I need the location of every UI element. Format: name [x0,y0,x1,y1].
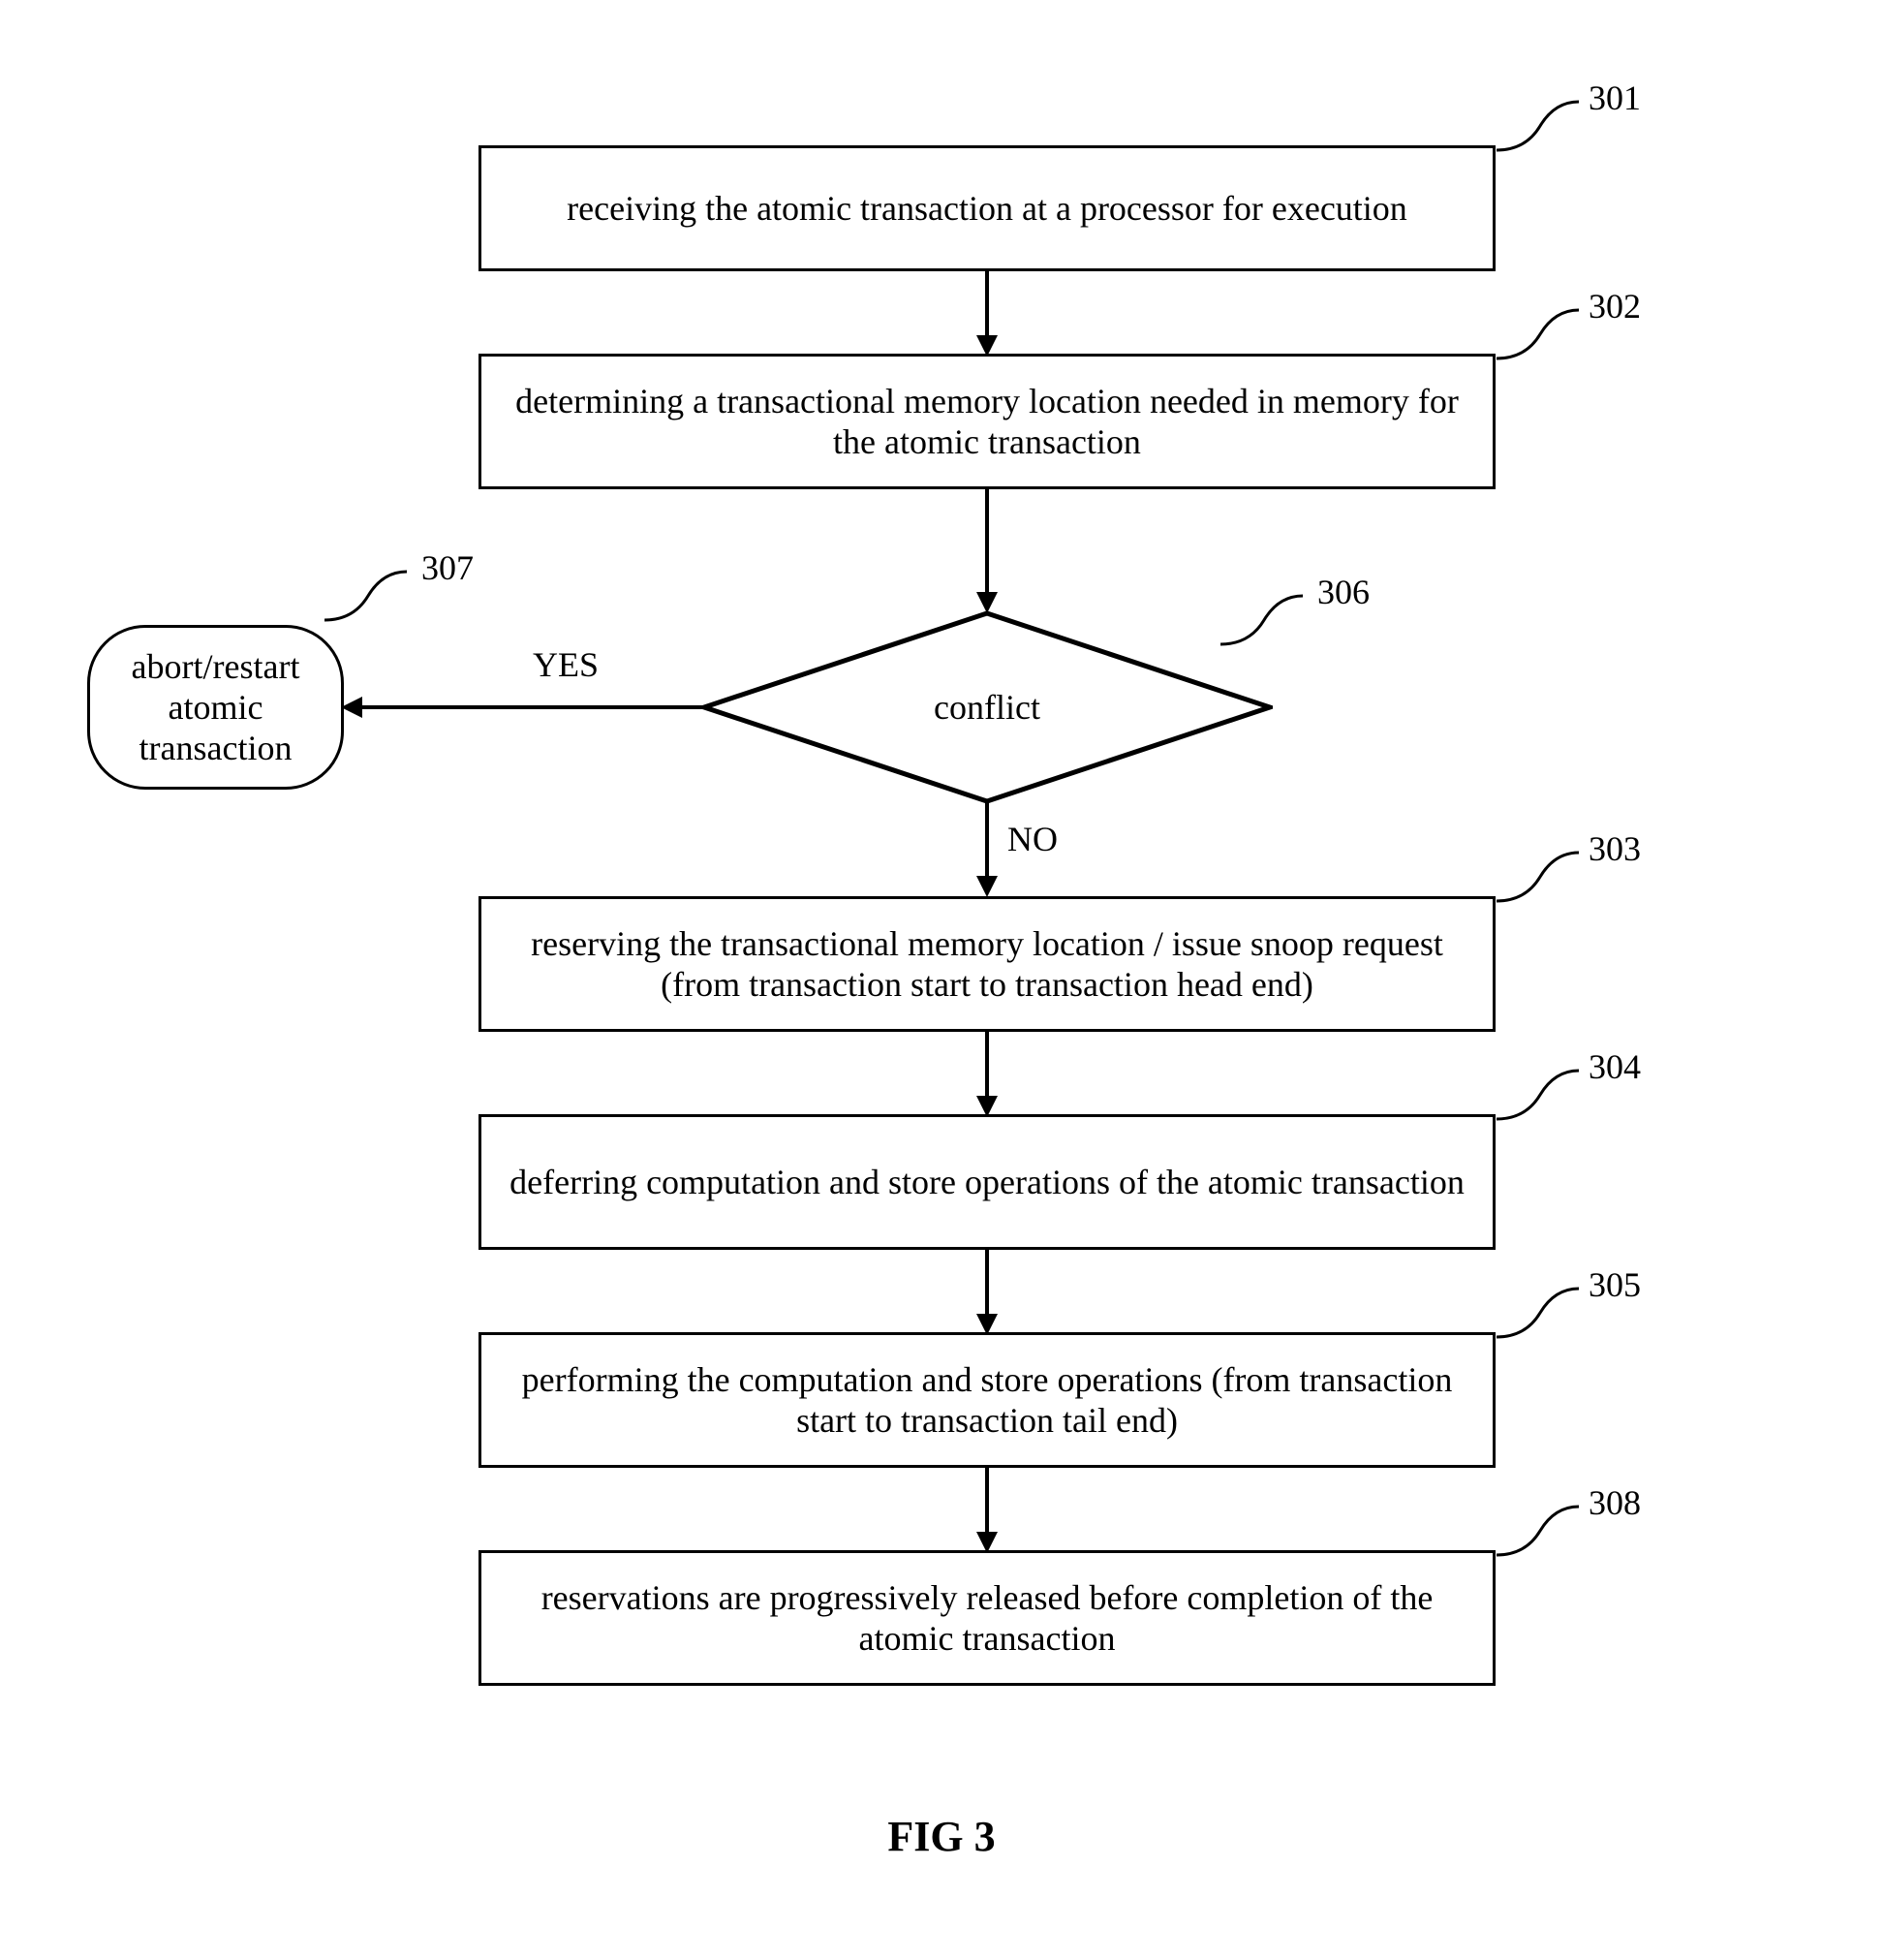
box-302: determining a transactional memory locat… [478,354,1496,489]
flowchart-container: receiving the atomic transaction at a pr… [39,39,1844,1921]
arrow-303-304 [972,1032,1002,1124]
box-304-text: deferring computation and store operatio… [509,1162,1465,1202]
box-301: receiving the atomic transaction at a pr… [478,145,1496,271]
ref-304: 304 [1589,1046,1641,1087]
ref-302: 302 [1589,286,1641,327]
label-yes: YES [533,644,599,685]
box-305: performing the computation and store ope… [478,1332,1496,1468]
decision-306-text: conflict [934,687,1040,728]
arrow-306-303 [972,802,1002,904]
box-304: deferring computation and store operatio… [478,1114,1496,1250]
callout-303 [1492,848,1589,920]
ref-308: 308 [1589,1482,1641,1523]
ref-307: 307 [421,547,474,588]
box-302-text: determining a transactional memory locat… [501,381,1473,462]
figure-label: FIG 3 [39,1812,1844,1861]
ref-305: 305 [1589,1264,1641,1305]
decision-306: conflict [701,610,1273,804]
callout-304 [1492,1066,1589,1138]
callout-302 [1492,305,1589,378]
box-301-text: receiving the atomic transaction at a pr… [567,188,1407,229]
arrow-306-307 [339,693,707,727]
ref-306: 306 [1317,572,1370,612]
terminal-307: abort/restart atomic transaction [87,625,344,790]
callout-307 [320,567,417,639]
box-303-text: reserving the transactional memory locat… [501,923,1473,1005]
box-303: reserving the transactional memory locat… [478,896,1496,1032]
callout-308 [1492,1502,1589,1574]
ref-303: 303 [1589,828,1641,869]
callout-301 [1492,97,1589,170]
ref-301: 301 [1589,78,1641,118]
arrow-301-302 [972,271,1002,363]
arrow-302-306 [972,489,1002,620]
terminal-307-text: abort/restart atomic transaction [109,646,322,768]
arrow-304-305 [972,1250,1002,1342]
arrow-305-308 [972,1468,1002,1560]
box-305-text: performing the computation and store ope… [501,1359,1473,1441]
callout-305 [1492,1284,1589,1356]
box-308: reservations are progressively released … [478,1550,1496,1686]
callout-306 [1216,591,1312,664]
box-308-text: reservations are progressively released … [501,1577,1473,1659]
label-no: NO [1007,819,1058,859]
